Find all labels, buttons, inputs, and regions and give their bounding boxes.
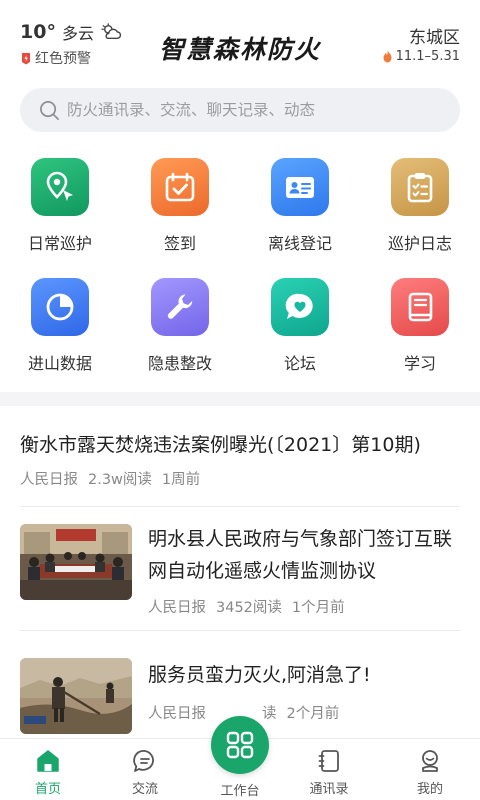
grid-apps-icon: [226, 731, 254, 759]
tab-label: 工作台: [220, 784, 260, 799]
article-source: 人民日报: [148, 706, 206, 722]
featured-article[interactable]: 衡水市露天焚烧违法案例曝光(〔2021〕第10期) 人民日报 2.3w阅读 1周…: [0, 406, 480, 506]
wrench-icon: [167, 294, 193, 319]
article-title: 衡水市露天焚烧违法案例曝光(〔2021〕第10期): [20, 434, 421, 456]
grid-item-patrol-log[interactable]: 巡护日志: [360, 150, 480, 260]
grid-item-study[interactable]: 学习: [360, 270, 480, 380]
user-icon: [422, 750, 438, 772]
article-title: 服务员蛮力灭火,阿消急了!: [148, 664, 371, 686]
section-divider: [0, 392, 480, 406]
check-in-tile: [151, 158, 209, 216]
tab-label: 交流: [131, 782, 158, 797]
fire-season-range: 11.1–5.31: [395, 49, 460, 64]
grid-label: 论坛: [283, 354, 316, 373]
tab-home[interactable]: 首页: [0, 739, 96, 800]
tab-label: 首页: [34, 782, 61, 797]
article-time: 1周前: [161, 472, 201, 488]
article-reads: 读: [262, 706, 277, 722]
grid-label: 离线登记: [267, 234, 332, 253]
calendar-check-icon: [165, 172, 195, 202]
meeting-photo-icon: [20, 524, 132, 600]
grid-item-mountain-data[interactable]: 进山数据: [0, 270, 120, 380]
article-reads: 3452阅读: [216, 600, 282, 616]
grid-item-offline-register[interactable]: 离线登记: [240, 150, 360, 260]
article-source: 人民日报: [20, 472, 78, 488]
grid-item-hazard-fix[interactable]: 隐患整改: [120, 270, 240, 380]
hazard-fix-tile: [151, 278, 209, 336]
article-meta: 人民日报 3452阅读 1个月前: [148, 596, 345, 617]
mountain-data-tile: [31, 278, 89, 336]
search-icon: [40, 100, 59, 120]
header: 10° 多云 红色预警 智慧森林防火 东城区 11.1–5.31: [0, 0, 480, 76]
chat-heart-icon: [285, 293, 313, 319]
fire-season: 11.1–5.31: [382, 49, 460, 64]
tab-contacts[interactable]: 通讯录: [281, 739, 377, 800]
flame-icon: [383, 50, 392, 63]
article-item[interactable]: 明水县人民政府与气象部门签订互联网自动化遥感火情监测协议 人民日报 3452阅读…: [0, 507, 480, 627]
article-source: 人民日报: [148, 600, 206, 616]
clipboard-icon: [407, 173, 433, 203]
district-selector[interactable]: 东城区: [409, 23, 460, 48]
search-bar[interactable]: [20, 88, 460, 132]
grid-label: 隐患整改: [147, 354, 212, 373]
study-tile: [391, 278, 449, 336]
article-thumbnail: [20, 524, 132, 600]
id-card-icon: [286, 177, 314, 198]
workbench-button[interactable]: [211, 716, 269, 774]
forum-tile: [271, 278, 329, 336]
book-icon: [408, 292, 433, 322]
tab-label: 通讯录: [309, 782, 349, 797]
search-input[interactable]: [67, 101, 447, 119]
tab-mine[interactable]: 我的: [382, 739, 478, 800]
grid-label: 签到: [163, 234, 196, 253]
chat-bubble-icon: [133, 750, 154, 772]
grid-item-daily-patrol[interactable]: 日常巡护: [0, 150, 120, 260]
article-thumbnail: [20, 658, 132, 734]
home-icon: [37, 750, 59, 772]
article-meta: 人民日报 2.3w阅读 1周前: [20, 468, 200, 489]
grid-label: 进山数据: [27, 354, 92, 373]
tab-label: 我的: [416, 782, 443, 797]
firefighter-photo-icon: [20, 658, 132, 734]
patrol-log-tile: [391, 158, 449, 216]
article-reads: 2.3w阅读: [88, 472, 152, 488]
grid-item-check-in[interactable]: 签到: [120, 150, 240, 260]
tab-chat[interactable]: 交流: [97, 739, 193, 800]
map-pin-icon: [46, 171, 73, 201]
article-title: 明水县人民政府与气象部门签订互联网自动化遥感火情监测协议: [148, 528, 453, 582]
article-time: 2个月前: [286, 706, 340, 722]
grid-item-forum[interactable]: 论坛: [240, 270, 360, 380]
grid-label: 学习: [403, 354, 436, 373]
grid-label: 巡护日志: [387, 234, 452, 253]
pie-chart-icon: [46, 293, 74, 321]
daily-patrol-tile: [31, 158, 89, 216]
address-book-icon: [318, 750, 339, 772]
article-time: 1个月前: [291, 600, 345, 616]
offline-register-tile: [271, 158, 329, 216]
grid-label: 日常巡护: [27, 234, 92, 253]
